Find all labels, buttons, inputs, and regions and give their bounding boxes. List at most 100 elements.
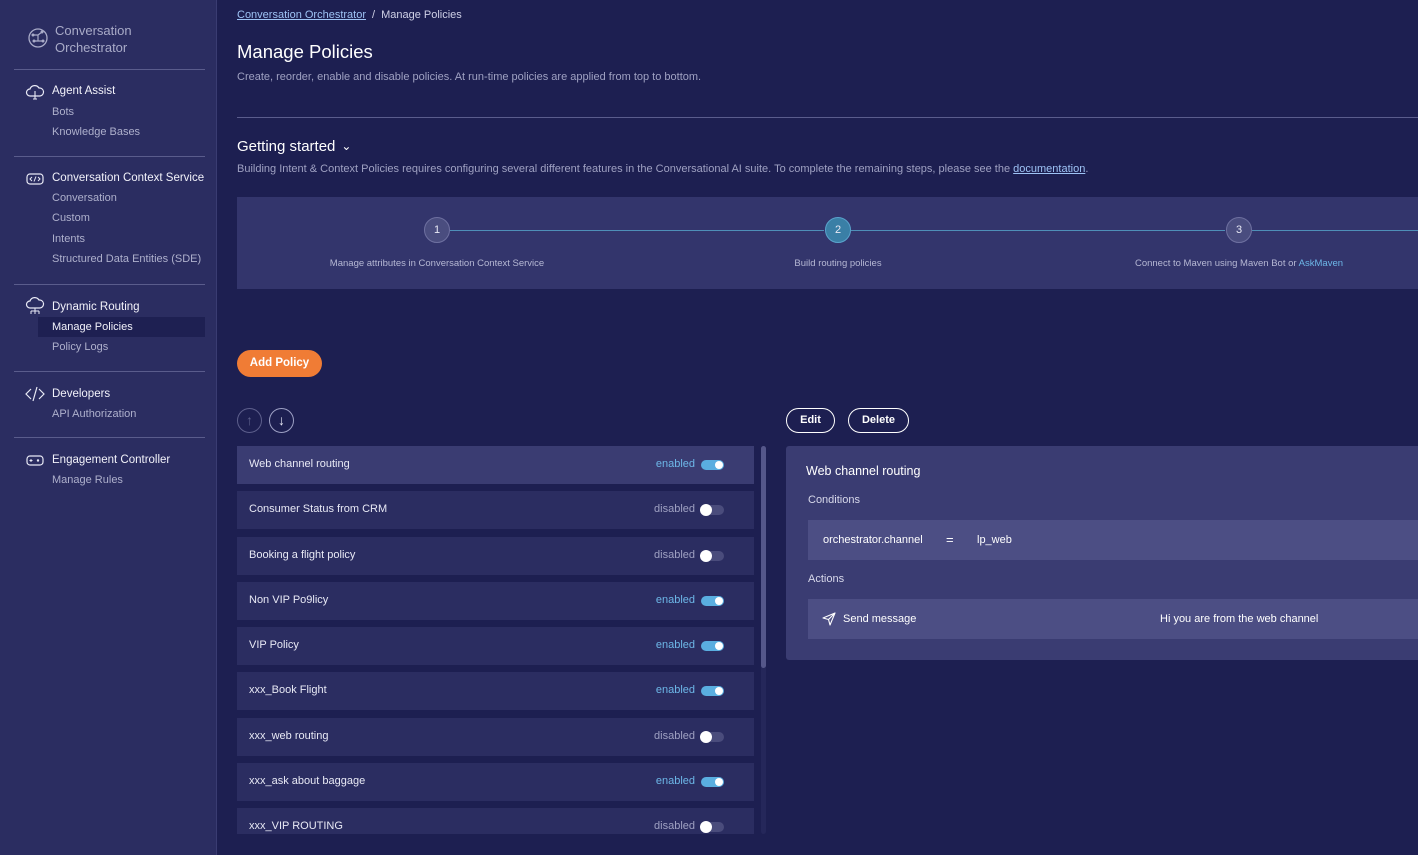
policy-row[interactable]: Web channel routing enabled xyxy=(237,446,754,484)
conditions-label: Conditions xyxy=(808,494,860,506)
divider xyxy=(237,117,1418,118)
main-content: Conversation Orchestrator / Manage Policie… xyxy=(237,0,1418,855)
nav-item-knowledge-bases[interactable]: Knowledge Bases xyxy=(52,126,140,138)
action-row: Send message Hi you are from the web cha… xyxy=(808,599,1418,639)
documentation-link[interactable]: documentation xyxy=(1013,163,1085,175)
arrow-up-icon: ↑ xyxy=(246,412,253,428)
steps-panel: 1 2 3 Manage attributes in Conversation … xyxy=(237,197,1418,289)
policy-toggle[interactable] xyxy=(700,504,724,517)
policy-detail-title: Web channel routing xyxy=(806,464,921,478)
policy-toggle[interactable] xyxy=(700,730,724,743)
nav-head-engagement-controller[interactable]: Engagement Controller xyxy=(52,454,170,466)
nav-item-sde[interactable]: Structured Data Entities (SDE) xyxy=(52,253,201,265)
sidebar: Conversation Orchestrator Agent Assist B… xyxy=(0,0,217,855)
policy-toggle[interactable] xyxy=(701,686,724,697)
getting-started-description: Building Intent & Context Policies requi… xyxy=(237,163,1088,175)
page-description: Create, reorder, enable and disable poli… xyxy=(237,71,702,83)
policy-name: Non VIP Po9licy xyxy=(249,593,329,606)
toggle-knob xyxy=(700,730,712,743)
breadcrumb-separator: / xyxy=(372,9,376,21)
policy-toggle[interactable] xyxy=(700,821,724,833)
policy-status: enabled xyxy=(655,684,695,697)
policy-row[interactable]: Consumer Status from CRM disabled xyxy=(237,491,754,530)
policy-name: Consumer Status from CRM xyxy=(249,503,388,516)
policy-status: disabled xyxy=(654,820,695,832)
policy-status: disabled xyxy=(654,503,695,516)
toggle-knob xyxy=(715,777,723,786)
move-down-button[interactable]: ↓ xyxy=(269,408,294,433)
getting-started-toggle[interactable]: Getting started ⌄ xyxy=(237,138,351,155)
toggle-knob xyxy=(715,461,723,469)
step-3-text: Connect to Maven using Maven Bot or xyxy=(1134,258,1299,269)
nav-item-bots[interactable]: Bots xyxy=(52,106,74,118)
policy-name: xxx_VIP ROUTING xyxy=(249,820,343,832)
policy-list-scrollbar[interactable] xyxy=(761,446,766,834)
policy-row[interactable]: xxx_VIP ROUTING disabled xyxy=(237,808,754,834)
cloud-brain-icon xyxy=(25,85,45,100)
nav-item-manage-policies[interactable]: Manage Policies xyxy=(38,317,205,337)
policy-status: enabled xyxy=(655,774,695,787)
policy-row[interactable]: Non VIP Po9licy enabled xyxy=(237,581,754,620)
toggle-knob xyxy=(715,687,723,696)
nav-head-context-service[interactable]: Conversation Context Service xyxy=(52,172,204,184)
condition-key: orchestrator.channel xyxy=(823,534,923,546)
toggle-knob xyxy=(700,504,712,517)
nav-item-conversation[interactable]: Conversation xyxy=(52,192,117,204)
condition-row: orchestrator.channel = lp_web xyxy=(808,520,1418,560)
policy-row[interactable]: xxx_Book Flight enabled xyxy=(237,672,754,711)
scrollbar-thumb[interactable] xyxy=(761,446,766,668)
page-title: Manage Policies xyxy=(237,41,373,62)
policy-toggle[interactable] xyxy=(701,595,724,606)
toggle-knob xyxy=(700,549,712,562)
action-name: Send message xyxy=(843,613,917,625)
step-3-label: Connect to Maven using Maven Bot or AskM… xyxy=(1135,258,1343,269)
policy-status: enabled xyxy=(655,458,695,470)
nav-item-custom[interactable]: Custom xyxy=(52,212,90,224)
nav-item-api-authorization[interactable]: API Authorization xyxy=(52,408,136,420)
policy-toggle[interactable] xyxy=(701,641,724,651)
nav-head-dynamic-routing[interactable]: Dynamic Routing xyxy=(52,301,140,313)
add-policy-button[interactable]: Add Policy xyxy=(237,350,322,377)
nav-item-manage-rules[interactable]: Manage Rules xyxy=(52,474,123,486)
step-3-circle: 3 xyxy=(1226,217,1252,243)
nav-section-context-service: Conversation Context Service Conversatio… xyxy=(14,157,205,285)
step-connector xyxy=(450,230,824,231)
nav-head-developers[interactable]: Developers xyxy=(52,388,110,400)
edit-button[interactable]: Edit xyxy=(786,408,835,433)
policy-row[interactable]: VIP Policy enabled xyxy=(237,627,754,665)
nav-section-developers: Developers API Authorization xyxy=(14,372,205,438)
nav-head-agent-assist[interactable]: Agent Assist xyxy=(52,85,115,97)
policy-toggle[interactable] xyxy=(701,460,724,470)
policy-status: disabled xyxy=(654,548,695,561)
delete-button[interactable]: Delete xyxy=(848,408,909,433)
getting-started-period: . xyxy=(1085,163,1089,175)
step-2-label: Build routing policies xyxy=(794,258,882,269)
policy-row[interactable]: Booking a flight policy disabled xyxy=(237,536,754,575)
code-chat-icon xyxy=(26,173,44,185)
move-up-button[interactable]: ↑ xyxy=(237,408,262,433)
policy-name: xxx_Book Flight xyxy=(249,684,327,697)
policy-name: xxx_ask about baggage xyxy=(249,774,366,787)
brand[interactable]: Conversation Orchestrator xyxy=(14,0,205,70)
policy-name: Booking a flight policy xyxy=(249,548,356,561)
policy-status: disabled xyxy=(654,729,695,742)
policy-row[interactable]: xxx_ask about baggage enabled xyxy=(237,762,754,801)
code-brackets-icon xyxy=(25,386,45,402)
breadcrumb-parent-link[interactable]: Conversation Orchestrator xyxy=(237,9,366,21)
getting-started-title: Getting started xyxy=(237,138,336,155)
policy-toggle[interactable] xyxy=(700,549,724,562)
arrow-down-icon: ↓ xyxy=(278,412,285,428)
send-icon xyxy=(822,612,836,626)
policy-status: enabled xyxy=(655,639,695,651)
cloud-routing-icon xyxy=(25,297,45,314)
policy-row[interactable]: xxx_web routing disabled xyxy=(237,717,754,756)
policy-status: enabled xyxy=(655,593,695,606)
policy-detail-panel: Web channel routing Conditions orchestra… xyxy=(786,446,1418,660)
nav-item-policy-logs[interactable]: Policy Logs xyxy=(52,341,108,353)
getting-started-text: Building Intent & Context Policies requi… xyxy=(237,163,1014,175)
askmaven-link[interactable]: AskMaven xyxy=(1299,258,1343,269)
policy-toggle[interactable] xyxy=(701,776,724,787)
toggle-knob xyxy=(700,821,712,833)
nav-section-dynamic-routing: Dynamic Routing Manage Policies Policy L… xyxy=(14,285,205,372)
nav-item-intents[interactable]: Intents xyxy=(52,233,85,245)
